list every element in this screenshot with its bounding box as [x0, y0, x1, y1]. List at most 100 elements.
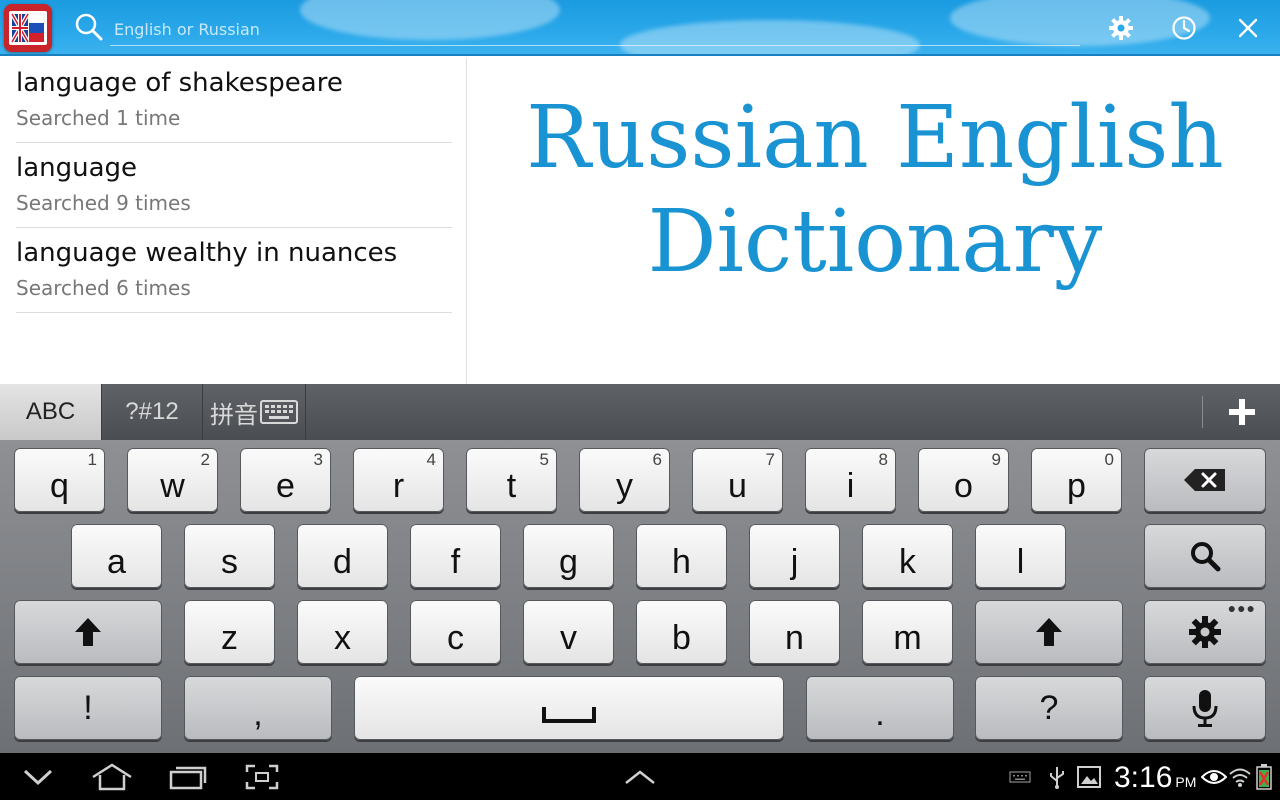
clock-icon	[1172, 16, 1196, 40]
system-navigation-bar: 3:16 PM	[0, 753, 1280, 800]
history-item[interactable]: language wealthy in nuances Searched 6 t…	[16, 228, 452, 313]
key-period[interactable]: .	[806, 676, 954, 740]
key-g[interactable]: g	[523, 524, 614, 588]
mode-tab-abc[interactable]: ABC	[0, 384, 102, 440]
key-v[interactable]: v	[523, 600, 614, 664]
search-history-list: language of shakespeare Searched 1 time …	[0, 58, 467, 384]
key-x[interactable]: x	[297, 600, 388, 664]
key-label: a	[107, 542, 126, 581]
history-term: language of shakespeare	[16, 68, 343, 98]
history-item[interactable]: language Searched 9 times	[16, 143, 452, 228]
mode-tab-pinyin[interactable]: 拼音	[203, 384, 306, 440]
mode-tab-symbols[interactable]: ?#12	[102, 384, 203, 440]
backspace-key[interactable]	[1144, 448, 1266, 512]
key-number: 5	[539, 450, 549, 469]
home-button[interactable]	[90, 759, 134, 795]
key-o[interactable]: 9o	[918, 448, 1009, 512]
key-label: y	[616, 466, 633, 505]
key-label: u	[728, 466, 747, 505]
key-e[interactable]: 3e	[240, 448, 331, 512]
key-q[interactable]: 1q	[14, 448, 105, 512]
key-p[interactable]: 0p	[1031, 448, 1122, 512]
key-u[interactable]: 7u	[692, 448, 783, 512]
recent-apps-button[interactable]	[168, 759, 208, 795]
chevron-up-icon	[625, 770, 655, 784]
hide-keyboard-button[interactable]	[622, 759, 658, 795]
history-count: Searched 9 times	[16, 191, 191, 215]
key-number: 9	[991, 450, 1001, 469]
search-input[interactable]	[110, 14, 1080, 46]
keyboard-mode-bar: ABC ?#12 拼音	[0, 384, 1280, 440]
key-t[interactable]: 5t	[466, 448, 557, 512]
key-n[interactable]: n	[749, 600, 840, 664]
key-d[interactable]: d	[297, 524, 388, 588]
close-button[interactable]	[1232, 12, 1264, 44]
app-screen: language of shakespeare Searched 1 time …	[0, 0, 1280, 800]
key-y[interactable]: 6y	[579, 448, 670, 512]
key-label: .	[875, 694, 885, 733]
gallery-icon	[1076, 759, 1102, 795]
space-key[interactable]	[354, 676, 784, 740]
history-button[interactable]	[1168, 12, 1200, 44]
key-a[interactable]: a	[71, 524, 162, 588]
key-number: 3	[313, 450, 323, 469]
recent-apps-icon	[169, 766, 207, 790]
key-label: g	[559, 542, 578, 581]
key-w[interactable]: 2w	[127, 448, 218, 512]
keyboard-icon	[260, 400, 298, 424]
history-term: language	[16, 153, 138, 183]
key-exclamation[interactable]: !	[14, 676, 162, 740]
logo-line-1: Russian English	[526, 88, 1224, 188]
key-question[interactable]: ?	[975, 676, 1123, 740]
wifi-icon	[1228, 759, 1252, 795]
add-button[interactable]	[1220, 394, 1264, 430]
gear-icon	[1189, 616, 1221, 648]
key-z[interactable]: z	[184, 600, 275, 664]
key-s[interactable]: s	[184, 524, 275, 588]
key-label: h	[672, 542, 691, 581]
key-c[interactable]: c	[410, 600, 501, 664]
search-icon[interactable]	[74, 12, 104, 42]
shift-arrow-icon	[1036, 618, 1062, 646]
key-r[interactable]: 4r	[353, 448, 444, 512]
key-number: 6	[652, 450, 662, 469]
key-j[interactable]: j	[749, 524, 840, 588]
keyboard-status-icon	[1008, 759, 1032, 795]
key-number: 8	[878, 450, 888, 469]
key-label: x	[334, 618, 351, 657]
history-term: language wealthy in nuances	[16, 238, 398, 268]
voice-input-key[interactable]	[1144, 676, 1266, 740]
history-item[interactable]: language of shakespeare Searched 1 time	[16, 58, 452, 143]
mode-bar-divider	[1202, 396, 1203, 428]
usb-icon	[1046, 759, 1068, 795]
key-i[interactable]: 8i	[805, 448, 896, 512]
key-l[interactable]: l	[975, 524, 1066, 588]
key-label: v	[560, 618, 577, 657]
chevron-down-icon	[23, 769, 53, 786]
key-comma[interactable]: ,	[184, 676, 332, 740]
back-button[interactable]	[20, 759, 56, 795]
plus-icon	[1229, 399, 1255, 425]
dictionary-app-icon[interactable]	[4, 4, 52, 52]
search-key[interactable]	[1144, 524, 1266, 588]
top-bar	[0, 0, 1280, 56]
key-label: o	[954, 466, 973, 505]
backspace-icon	[1184, 469, 1225, 491]
screenshot-button[interactable]	[244, 759, 280, 795]
clock-time: 3:16	[1114, 761, 1173, 794]
shift-key-left[interactable]	[14, 600, 162, 664]
microphone-icon	[1192, 690, 1218, 727]
gear-icon	[1109, 16, 1133, 40]
key-b[interactable]: b	[636, 600, 727, 664]
key-h[interactable]: h	[636, 524, 727, 588]
close-icon	[1238, 18, 1258, 38]
keyboard-settings-key[interactable]: ●●●	[1144, 600, 1266, 664]
key-label: q	[50, 466, 69, 505]
key-k[interactable]: k	[862, 524, 953, 588]
key-f[interactable]: f	[410, 524, 501, 588]
settings-button[interactable]	[1105, 12, 1137, 44]
key-label: !	[83, 688, 93, 727]
pinyin-label: 拼音	[210, 401, 258, 429]
key-m[interactable]: m	[862, 600, 953, 664]
shift-key-right[interactable]	[975, 600, 1123, 664]
